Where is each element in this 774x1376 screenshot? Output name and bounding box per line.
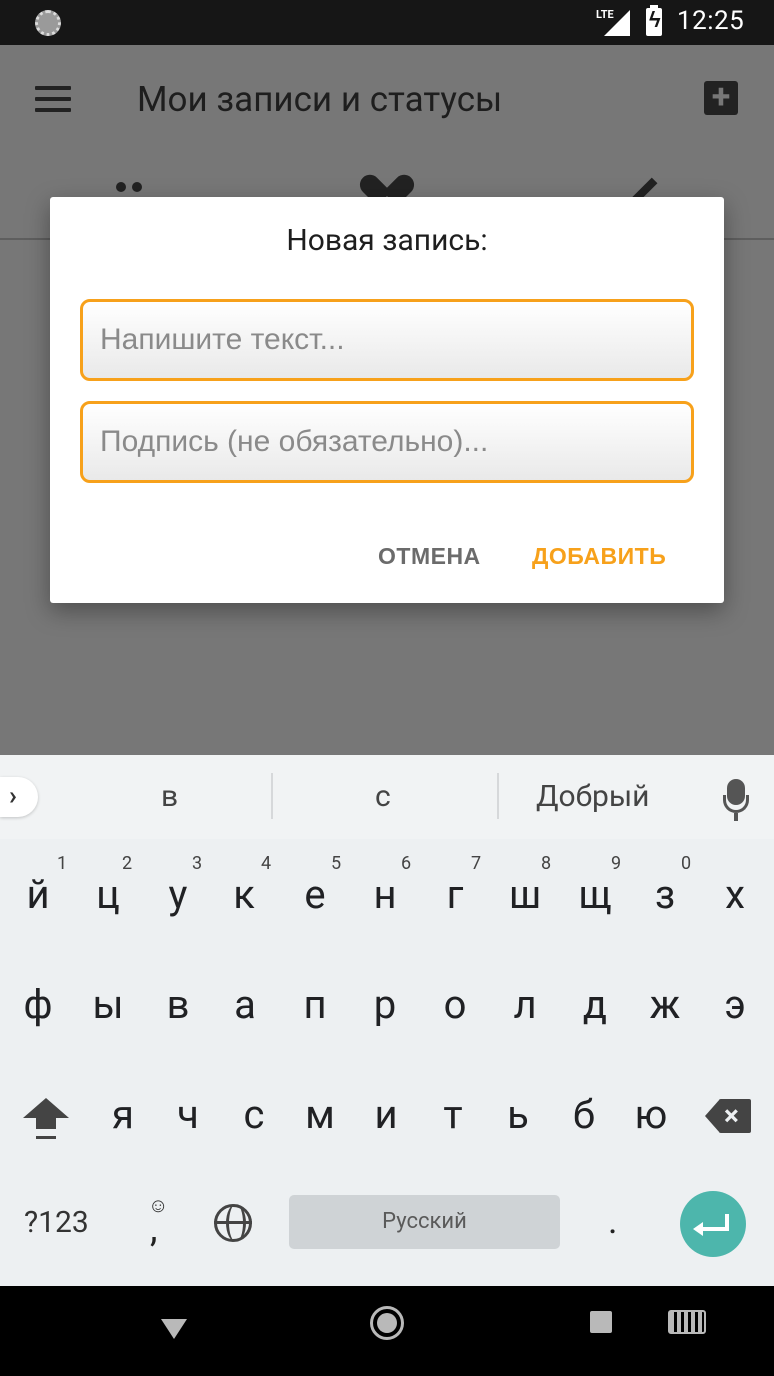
key[interactable]: м <box>285 1090 355 1140</box>
key[interactable]: в <box>143 980 213 1030</box>
comma-key[interactable]: , <box>150 1207 157 1251</box>
key-hint: 8 <box>541 853 552 874</box>
key[interactable]: б <box>549 1090 619 1140</box>
suggestion-1[interactable]: в <box>161 779 178 814</box>
key[interactable]: ь <box>483 1090 553 1140</box>
symbols-key[interactable]: ?123 <box>24 1205 89 1240</box>
microphone-foot <box>734 813 738 821</box>
key[interactable]: д <box>560 980 630 1030</box>
people-icon[interactable] <box>116 182 144 196</box>
key[interactable]: ч <box>153 1090 223 1140</box>
key[interactable]: т <box>418 1090 488 1140</box>
key[interactable]: п <box>280 980 350 1030</box>
soft-keyboard: › в с Добрый й ц у к е н г ш щ з х 1 2 3… <box>0 755 774 1286</box>
microphone-stand <box>723 795 749 813</box>
app-title: Мои записи и статусы <box>137 79 503 120</box>
space-bar[interactable]: Русский <box>289 1195 560 1249</box>
key[interactable]: щ <box>560 870 630 920</box>
expand-toolbar-button[interactable]: › <box>0 777 38 817</box>
clock: 12:25 <box>677 6 745 36</box>
dialog-title: Новая запись: <box>286 223 488 258</box>
period-key[interactable]: . <box>608 1200 618 1242</box>
key[interactable]: ц <box>73 870 143 920</box>
navigation-bar <box>0 1286 774 1376</box>
key-hint: 0 <box>681 853 692 874</box>
key[interactable]: г <box>420 870 490 920</box>
key[interactable]: л <box>490 980 560 1030</box>
back-icon[interactable] <box>161 1319 187 1339</box>
key[interactable]: а <box>210 980 280 1030</box>
enter-key[interactable] <box>680 1191 746 1257</box>
keyboard-switch-icon[interactable] <box>668 1310 706 1334</box>
key-hint: 4 <box>261 853 272 874</box>
key-hint: 5 <box>331 853 342 874</box>
key-hint: 2 <box>122 853 133 874</box>
signal-icon <box>604 10 630 36</box>
suggestion-3[interactable]: Добрый <box>536 779 649 814</box>
key-hint: 9 <box>611 853 622 874</box>
suggestion-divider <box>271 773 273 819</box>
key[interactable]: ш <box>490 870 560 920</box>
app-notification-icon <box>35 10 61 36</box>
key[interactable]: ф <box>3 980 73 1030</box>
key[interactable]: к <box>209 870 279 920</box>
key[interactable]: ю <box>616 1090 686 1140</box>
backspace-icon[interactable]: × <box>705 1099 751 1133</box>
key[interactable]: ж <box>630 980 700 1030</box>
key[interactable]: з <box>630 870 700 920</box>
new-post-dialog: Новая запись: ОТМЕНА ДОБАВИТЬ <box>50 197 724 603</box>
recents-icon[interactable] <box>590 1311 612 1333</box>
key[interactable]: р <box>350 980 420 1030</box>
suggestion-2[interactable]: с <box>375 779 391 814</box>
charging-icon: ϟ <box>649 8 661 33</box>
globe-icon[interactable] <box>214 1204 252 1242</box>
key[interactable]: й <box>3 870 73 920</box>
cancel-button[interactable]: ОТМЕНА <box>378 543 481 570</box>
shift-icon[interactable] <box>23 1098 69 1148</box>
hamburger-menu-icon[interactable] <box>35 86 71 112</box>
key[interactable]: о <box>420 980 490 1030</box>
key[interactable]: е <box>280 870 350 920</box>
key[interactable]: х <box>700 870 770 920</box>
key[interactable]: у <box>143 870 213 920</box>
key[interactable]: и <box>351 1090 421 1140</box>
key-hint: 3 <box>192 853 203 874</box>
home-icon[interactable] <box>370 1306 404 1340</box>
key[interactable]: с <box>219 1090 289 1140</box>
status-bar: LTE ϟ 12:25 <box>0 0 774 45</box>
add-button[interactable]: ДОБАВИТЬ <box>532 543 666 570</box>
signature-input[interactable] <box>80 401 694 483</box>
chevron-right-icon: › <box>9 781 17 811</box>
key[interactable]: я <box>88 1090 158 1140</box>
key-hint: 7 <box>471 853 482 874</box>
suggestion-divider <box>497 773 499 819</box>
post-text-input[interactable] <box>80 299 694 381</box>
suggestion-strip: › в с Добрый <box>0 755 774 839</box>
key[interactable]: н <box>350 870 420 920</box>
key[interactable]: э <box>700 980 770 1030</box>
add-post-icon[interactable]: + <box>704 80 738 115</box>
key[interactable]: ы <box>73 980 143 1030</box>
key-hint: 1 <box>57 853 68 874</box>
key-hint: 6 <box>401 853 412 874</box>
space-bar-label: Русский <box>382 1209 467 1234</box>
